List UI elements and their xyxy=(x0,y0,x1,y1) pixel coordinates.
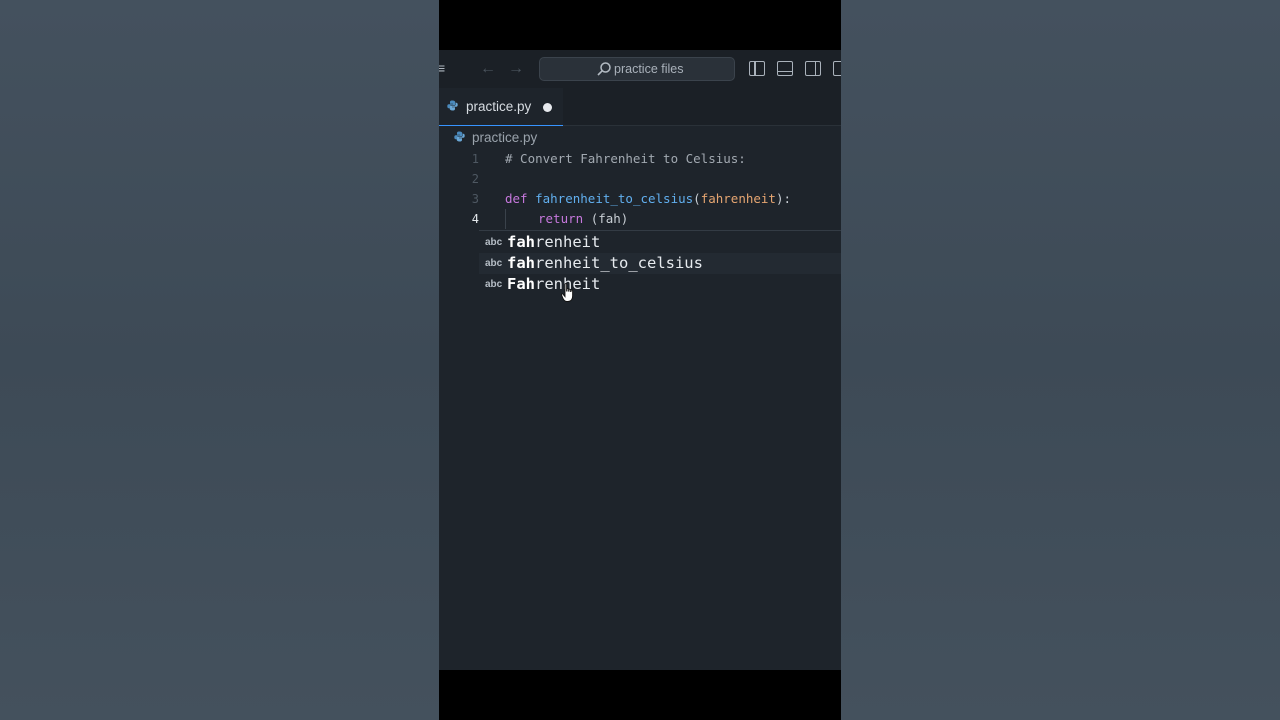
code-line-active: 4 return (fah) xyxy=(439,209,841,229)
title-bar: ≡ ← → practice files xyxy=(439,50,841,88)
close-paren-colon: ): xyxy=(775,191,792,206)
search-icon xyxy=(597,62,611,76)
open-paren: ( xyxy=(693,191,701,206)
line-number: 3 xyxy=(471,192,479,206)
suggestion-label: Fahrenheit xyxy=(507,275,601,293)
code-line: 2 xyxy=(439,169,841,189)
keyword-return: return xyxy=(538,211,584,226)
typed-expression: (fah) xyxy=(590,211,629,226)
keyword-def: def xyxy=(505,191,528,206)
forward-arrow-icon[interactable]: → xyxy=(507,60,525,78)
tab-bar: practice.py xyxy=(439,88,841,126)
background-left xyxy=(0,0,439,720)
toggle-primary-sidebar-icon[interactable] xyxy=(749,61,765,76)
code-editor-window: ≡ ← → practice files practice.py practic… xyxy=(439,50,841,670)
toggle-secondary-sidebar-icon[interactable] xyxy=(805,61,821,76)
indent-guide xyxy=(505,209,506,229)
python-file-icon xyxy=(447,100,458,111)
code-text: return (fah) xyxy=(538,209,628,229)
function-name: fahrenheit_to_celsius xyxy=(535,191,694,206)
code-text: def fahrenheit_to_celsius(fahrenheit): xyxy=(505,189,791,209)
line-number: 1 xyxy=(471,152,479,166)
text-suggestion-icon: abc xyxy=(485,237,503,248)
python-file-icon xyxy=(454,131,465,142)
command-search-box[interactable]: practice files xyxy=(539,57,735,81)
menu-icon[interactable]: ≡ xyxy=(439,60,449,76)
suggestion-item-selected[interactable]: abc fahrenheit_to_celsius xyxy=(479,253,841,274)
unsaved-changes-dot[interactable] xyxy=(543,103,552,112)
customize-layout-icon[interactable] xyxy=(833,61,841,76)
suggestion-label: fahrenheit_to_celsius xyxy=(507,254,703,272)
line-number: 4 xyxy=(471,212,479,226)
search-placeholder: practice files xyxy=(614,62,684,76)
tab-label: practice.py xyxy=(466,99,532,114)
text-suggestion-icon: abc xyxy=(485,258,503,269)
line-number: 2 xyxy=(471,172,479,186)
breadcrumb-file[interactable]: practice.py xyxy=(472,130,537,145)
code-area[interactable]: 1 # Convert Fahrenheit to Celsius: 2 3 d… xyxy=(439,149,841,231)
hand-pointer-icon xyxy=(561,283,574,302)
background-right xyxy=(841,0,1280,720)
toggle-panel-icon[interactable] xyxy=(777,61,793,76)
code-line: 1 # Convert Fahrenheit to Celsius: xyxy=(439,149,841,169)
code-line: 3 def fahrenheit_to_celsius(fahrenheit): xyxy=(439,189,841,209)
back-arrow-icon[interactable]: ← xyxy=(479,60,497,78)
tab-practice-py[interactable]: practice.py xyxy=(439,88,563,126)
code-comment: # Convert Fahrenheit to Celsius: xyxy=(505,151,746,166)
breadcrumb: practice.py xyxy=(439,126,841,150)
text-suggestion-icon: abc xyxy=(485,279,503,290)
suggestion-item[interactable]: abc fahrenheit xyxy=(479,232,841,253)
autocomplete-suggestions: abc fahrenheit abc fahrenheit_to_celsius… xyxy=(479,230,841,294)
suggestion-label: fahrenheit xyxy=(507,233,601,251)
video-frame: ≡ ← → practice files practice.py practic… xyxy=(439,0,841,720)
suggestion-item[interactable]: abc Fahrenheit xyxy=(479,274,841,295)
parameter: fahrenheit xyxy=(700,191,776,206)
